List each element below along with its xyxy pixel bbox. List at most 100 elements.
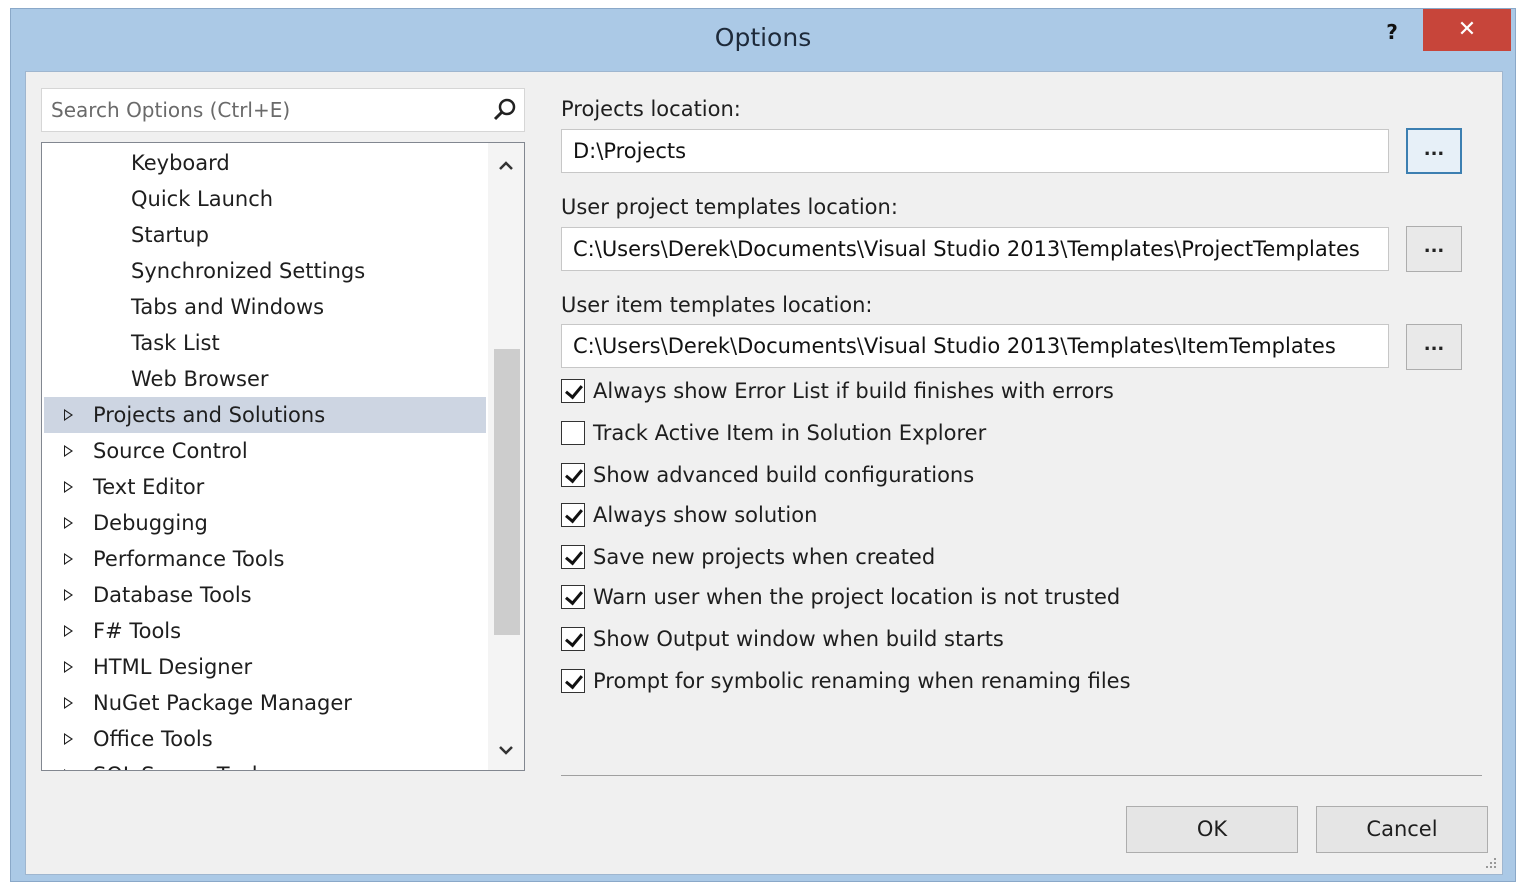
tree-item-label: Tabs and Windows (131, 295, 325, 319)
tree-item-label: NuGet Package Manager (93, 691, 352, 715)
projects-location-label: Projects location: (561, 97, 741, 121)
tree-item[interactable]: Tabs and Windows (44, 289, 486, 325)
tree-item[interactable]: Performance Tools (44, 541, 486, 577)
chevron-up-icon[interactable] (488, 149, 524, 183)
tree-list: Keyboard Quick Launch Startup Synchronized … (44, 145, 486, 770)
tree-item-label: Office Tools (93, 727, 213, 751)
item-templates-input[interactable]: C:\Users\Derek\Documents\Visual Studio 2… (561, 324, 1389, 368)
tree-item[interactable]: Synchronized Settings (44, 253, 486, 289)
tree-item[interactable]: Source Control (44, 433, 486, 469)
projects-location-input[interactable]: D:\Projects (561, 129, 1389, 173)
tree-item-label: Startup (131, 223, 209, 247)
checkbox-label: Warn user when the project location is n… (593, 585, 1121, 609)
tree-scrollbar[interactable] (488, 143, 524, 770)
checkbox-label: Prompt for symbolic renaming when renami… (593, 669, 1131, 693)
ok-button[interactable]: OK (1126, 806, 1298, 853)
checkbox[interactable] (561, 627, 585, 651)
tree-item-label: Source Control (93, 439, 248, 463)
tree-item-label: Task List (131, 331, 220, 355)
options-dialog: Options ? ✕ Keyboard Quick Launch Startup S… (10, 8, 1516, 882)
tree-item[interactable]: F# Tools (44, 613, 486, 649)
tree-item-label: Debugging (93, 511, 208, 535)
tree-item[interactable]: Debugging (44, 505, 486, 541)
checkbox[interactable] (561, 585, 585, 609)
search-input[interactable] (42, 89, 482, 131)
tree-item[interactable]: Startup (44, 217, 486, 253)
expand-arrow-icon[interactable] (64, 553, 73, 565)
tree-item[interactable]: Web Browser (44, 361, 486, 397)
tree-item-label: Keyboard (131, 151, 230, 175)
scrollbar-thumb[interactable] (494, 349, 520, 635)
tree-item-label: Performance Tools (93, 547, 285, 571)
option-checkbox-row[interactable]: Track Active Item in Solution Explorer (561, 418, 986, 448)
search-box[interactable] (41, 88, 525, 132)
options-tree[interactable]: Keyboard Quick Launch Startup Synchronized … (41, 142, 525, 771)
option-checkbox-row[interactable]: Always show Error List if build finishes… (561, 376, 1114, 406)
tree-item-label: Projects and Solutions (93, 403, 326, 427)
option-checkbox-row[interactable]: Save new projects when created (561, 542, 935, 572)
expand-arrow-icon[interactable] (64, 445, 73, 457)
tree-item-label: Quick Launch (131, 187, 274, 211)
close-icon: ✕ (1457, 17, 1477, 42)
project-templates-input[interactable]: C:\Users\Derek\Documents\Visual Studio 2… (561, 227, 1389, 271)
title-bar[interactable]: Options ? ✕ (11, 9, 1515, 71)
dialog-title: Options (714, 23, 812, 52)
tree-item[interactable]: Database Tools (44, 577, 486, 613)
checkbox-label: Show advanced build configurations (593, 463, 975, 487)
checkbox[interactable] (561, 669, 585, 693)
checkbox-label: Always show solution (593, 503, 818, 527)
expand-arrow-icon[interactable] (64, 769, 73, 770)
separator (561, 775, 1482, 776)
option-checkbox-row[interactable]: Show Output window when build starts (561, 624, 1004, 654)
option-checkbox-row[interactable]: Warn user when the project location is n… (561, 582, 1120, 612)
dialog-body: Keyboard Quick Launch Startup Synchronized … (25, 71, 1503, 875)
project-templates-label: User project templates location: (561, 195, 898, 219)
expand-arrow-icon[interactable] (64, 661, 73, 673)
checkbox[interactable] (561, 379, 585, 403)
expand-arrow-icon[interactable] (64, 625, 73, 637)
tree-item[interactable]: NuGet Package Manager (44, 685, 486, 721)
checkbox[interactable] (561, 463, 585, 487)
tree-item[interactable]: Projects and Solutions (44, 397, 486, 433)
expand-arrow-icon[interactable] (64, 589, 73, 601)
tree-item-label: SQL Server Tools (93, 763, 269, 770)
search-icon[interactable] (490, 95, 520, 125)
tree-item[interactable]: Keyboard (44, 145, 486, 181)
item-templates-label: User item templates location: (561, 293, 873, 317)
checkbox-label: Always show Error List if build finishes… (593, 379, 1114, 403)
tree-item-label: Text Editor (93, 475, 205, 499)
option-checkbox-row[interactable]: Show advanced build configurations (561, 460, 974, 490)
expand-arrow-icon[interactable] (64, 697, 73, 709)
tree-item[interactable]: SQL Server Tools (44, 757, 486, 770)
tree-item-label: Synchronized Settings (131, 259, 366, 283)
tree-item-label: Web Browser (131, 367, 269, 391)
expand-arrow-icon[interactable] (64, 409, 73, 421)
tree-item[interactable]: Text Editor (44, 469, 486, 505)
checkbox[interactable] (561, 503, 585, 527)
cancel-button[interactable]: Cancel (1316, 806, 1488, 853)
browse-item-templates-button[interactable]: ... (1406, 324, 1462, 370)
expand-arrow-icon[interactable] (64, 733, 73, 745)
close-button[interactable]: ✕ (1423, 9, 1511, 51)
checkbox-label: Show Output window when build starts (593, 627, 1004, 651)
resize-grip-icon[interactable] (1482, 854, 1498, 870)
tree-item[interactable]: Quick Launch (44, 181, 486, 217)
chevron-down-icon[interactable] (488, 734, 524, 768)
browse-projects-button[interactable]: ... (1406, 128, 1462, 174)
tree-item[interactable]: Task List (44, 325, 486, 361)
expand-arrow-icon[interactable] (64, 481, 73, 493)
browse-project-templates-button[interactable]: ... (1406, 226, 1462, 272)
option-checkbox-row[interactable]: Prompt for symbolic renaming when renami… (561, 666, 1131, 696)
tree-item[interactable]: HTML Designer (44, 649, 486, 685)
help-button[interactable]: ? (1377, 17, 1407, 47)
tree-item[interactable]: Office Tools (44, 721, 486, 757)
checkbox[interactable] (561, 545, 585, 569)
checkbox[interactable] (561, 421, 585, 445)
expand-arrow-icon[interactable] (64, 517, 73, 529)
option-checkbox-row[interactable]: Always show solution (561, 500, 817, 530)
tree-item-label: HTML Designer (93, 655, 253, 679)
tree-item-label: Database Tools (93, 583, 252, 607)
tree-item-label: F# Tools (93, 619, 182, 643)
checkbox-label: Save new projects when created (593, 545, 936, 569)
checkbox-label: Track Active Item in Solution Explorer (593, 421, 987, 445)
